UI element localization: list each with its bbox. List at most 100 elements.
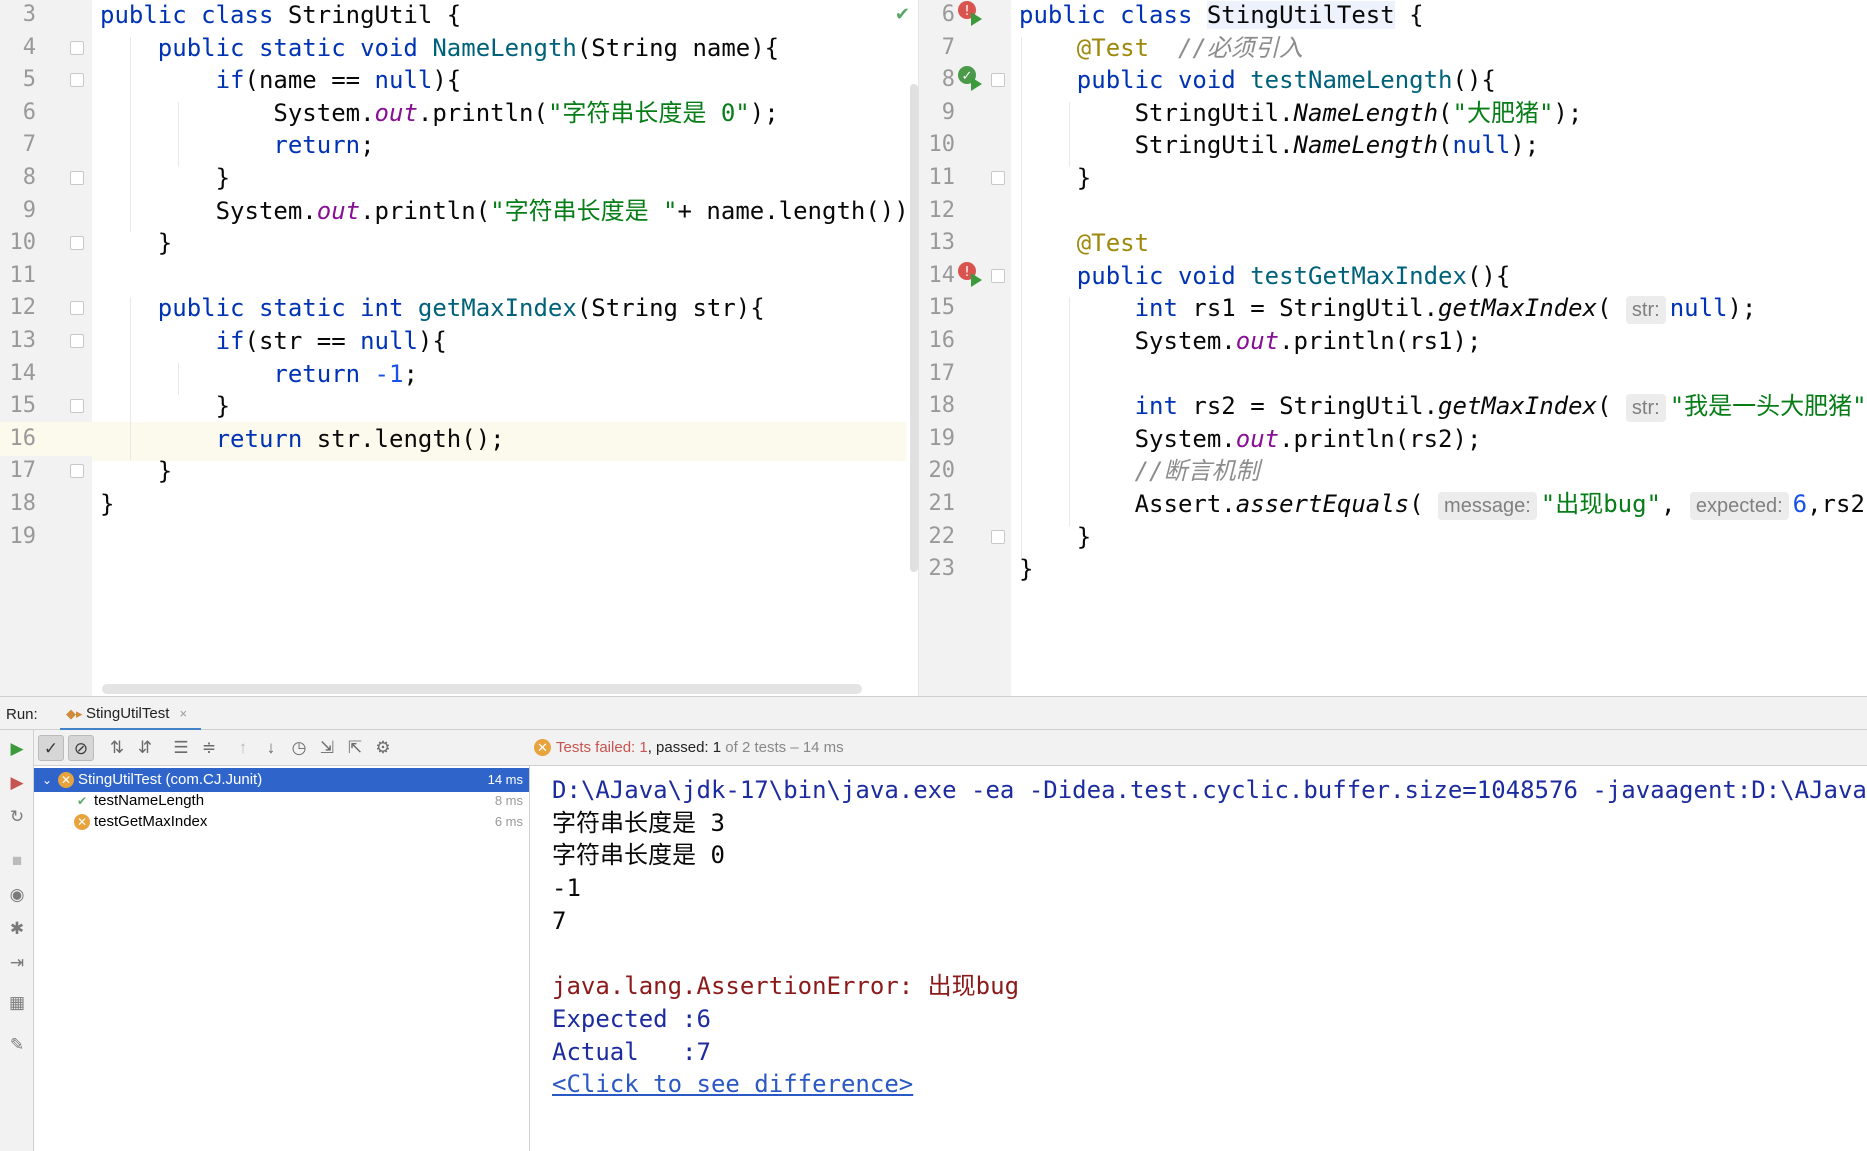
svg-text:!: !	[964, 265, 969, 280]
run-test-failed-icon[interactable]: !	[955, 259, 985, 289]
right-code-area[interactable]: public class StingUtilTest { @Test //必须引…	[1011, 0, 1867, 696]
indent-guide	[130, 297, 131, 461]
line-number[interactable]: 8	[0, 161, 36, 195]
run-test-failed-icon[interactable]: !	[955, 0, 985, 28]
line-number[interactable]: 9	[919, 96, 955, 130]
line-number[interactable]: 23	[919, 552, 956, 586]
line-number[interactable]: 21	[919, 487, 956, 521]
fold-marker-icon[interactable]	[991, 73, 1005, 88]
fold-marker-icon[interactable]	[70, 73, 84, 88]
sort-alpha-icon[interactable]: ⇅	[104, 735, 130, 761]
editor-stringutil[interactable]: public class StringUtil { public static …	[0, 0, 918, 696]
previous-failed-icon[interactable]: ↑	[230, 735, 256, 761]
pin-icon[interactable]: ✎	[6, 1034, 28, 1056]
line-number[interactable]: 5	[0, 63, 36, 97]
passed-icon: ✔	[76, 794, 88, 808]
line-number[interactable]: 11	[919, 161, 956, 195]
console-line: 字符串长度是 0	[552, 841, 725, 870]
line-number[interactable]: 6	[0, 96, 36, 130]
line-number[interactable]: 19	[0, 520, 37, 554]
settings-gear-icon[interactable]: ⚙	[370, 735, 396, 761]
line-number[interactable]: 16	[919, 324, 956, 358]
fold-marker-icon[interactable]	[70, 40, 84, 55]
failed-icon: ✕	[74, 814, 90, 830]
indent-guide	[178, 362, 179, 396]
expand-all-icon[interactable]: ☰	[168, 735, 194, 761]
line-number[interactable]: 4	[0, 31, 36, 65]
line-number[interactable]: 3	[0, 0, 36, 32]
line-number[interactable]: 12	[919, 194, 956, 228]
failed-icon: ✕	[58, 772, 74, 788]
line-number[interactable]: 22	[919, 520, 956, 554]
show-ignored-icon[interactable]: ⊘	[68, 735, 94, 761]
code-line[interactable]	[92, 520, 906, 559]
layout-icon[interactable]: ▦	[6, 992, 28, 1014]
line-number[interactable]: 11	[0, 259, 37, 293]
fold-marker-icon[interactable]	[70, 171, 84, 185]
fold-marker-icon[interactable]	[991, 171, 1005, 185]
import-tests-icon[interactable]: ⇲	[314, 735, 340, 761]
line-number[interactable]: 12	[0, 291, 37, 325]
close-icon[interactable]: ×	[180, 706, 188, 721]
fold-marker-icon[interactable]	[70, 399, 84, 414]
test-results-tree[interactable]: ⌄ ✕ StingUtilTest (com.CJ.Junit) 14 ms ✔ test…	[34, 766, 530, 1151]
line-number[interactable]: 17	[0, 454, 37, 488]
run-tab[interactable]: ◆▸ StingUtilTest ×	[60, 697, 202, 731]
line-number[interactable]: 17	[919, 357, 956, 391]
fold-marker-icon[interactable]	[991, 529, 1005, 544]
failed-label: Tests failed:	[556, 739, 640, 756]
code-line[interactable]: }	[1011, 552, 1867, 591]
line-number[interactable]: 8	[919, 63, 955, 97]
line-number[interactable]: 6	[919, 0, 955, 32]
see-difference-link[interactable]: <Click to see difference>	[552, 1066, 913, 1102]
test-toolbar: ✓ ⊘ ⇅ ⇵ ☰ ≑ ↑ ↓ ◷ ⇲ ⇱ ⚙	[34, 730, 530, 766]
export-results-icon[interactable]: ⇱	[342, 735, 368, 761]
tree-item-name: testGetMaxIndex	[94, 813, 208, 830]
line-number[interactable]: 14	[919, 259, 956, 293]
line-number[interactable]: 20	[919, 454, 956, 488]
line-number[interactable]: 10	[0, 226, 37, 260]
fold-marker-icon[interactable]	[991, 268, 1005, 283]
history-icon[interactable]: ◷	[286, 735, 312, 761]
line-number[interactable]: 18	[0, 487, 37, 521]
debug-icon[interactable]: ✱	[6, 918, 28, 940]
vertical-scrollbar[interactable]	[910, 84, 918, 572]
line-number[interactable]: 13	[0, 324, 37, 358]
failed-status-icon: ✕	[534, 739, 551, 756]
line-number[interactable]: 7	[0, 128, 36, 162]
collapse-all-icon[interactable]: ≑	[196, 735, 222, 761]
exit-icon[interactable]: ⇥	[6, 952, 28, 974]
line-number[interactable]: 16	[0, 422, 37, 456]
rerun-icon[interactable]: ▶	[6, 738, 28, 760]
line-number[interactable]: 9	[0, 194, 36, 228]
line-number[interactable]: 18	[919, 389, 956, 423]
show-passed-icon[interactable]: ✓	[38, 735, 64, 761]
left-code-area[interactable]: public class StringUtil { public static …	[92, 0, 918, 696]
line-number[interactable]: 15	[0, 389, 37, 423]
horizontal-scrollbar[interactable]	[102, 684, 862, 694]
passed-count: 1	[712, 739, 722, 756]
sort-duration-icon[interactable]: ⇵	[132, 735, 158, 761]
tree-test-row[interactable]: ✕ testGetMaxIndex 6 ms	[34, 810, 529, 834]
fold-marker-icon[interactable]	[70, 464, 84, 479]
run-panel-header: Run: ◆▸ StingUtilTest ×	[0, 696, 1867, 731]
camera-icon[interactable]: ◉	[6, 884, 28, 906]
fold-marker-icon[interactable]	[70, 236, 84, 251]
line-number[interactable]: 7	[919, 31, 955, 65]
line-number[interactable]: 19	[919, 422, 956, 456]
fold-marker-icon[interactable]	[70, 301, 84, 316]
editor-stingutiltest[interactable]: public class StingUtilTest { @Test //必须引…	[918, 0, 1867, 696]
line-number[interactable]: 15	[919, 291, 956, 325]
stop-icon[interactable]: ■	[6, 850, 28, 872]
test-status-bar: ✕ Tests failed: 1, passed: 1 of 2 tests …	[530, 730, 1867, 766]
line-number[interactable]: 14	[0, 357, 37, 391]
console-line: 字符串长度是 3	[552, 808, 725, 837]
fold-marker-icon[interactable]	[70, 334, 84, 348]
next-failed-icon[interactable]: ↓	[258, 735, 284, 761]
line-number[interactable]: 10	[919, 128, 956, 162]
rerun-failed-icon[interactable]: ▶	[6, 772, 28, 794]
console-output[interactable]: D:\AJava\jdk-17\bin\java.exe -ea -Didea.…	[530, 766, 1867, 1151]
run-test-passed-icon[interactable]: ✓	[955, 63, 985, 93]
line-number[interactable]: 13	[919, 226, 956, 260]
toggle-auto-test-icon[interactable]: ↻	[6, 806, 28, 828]
